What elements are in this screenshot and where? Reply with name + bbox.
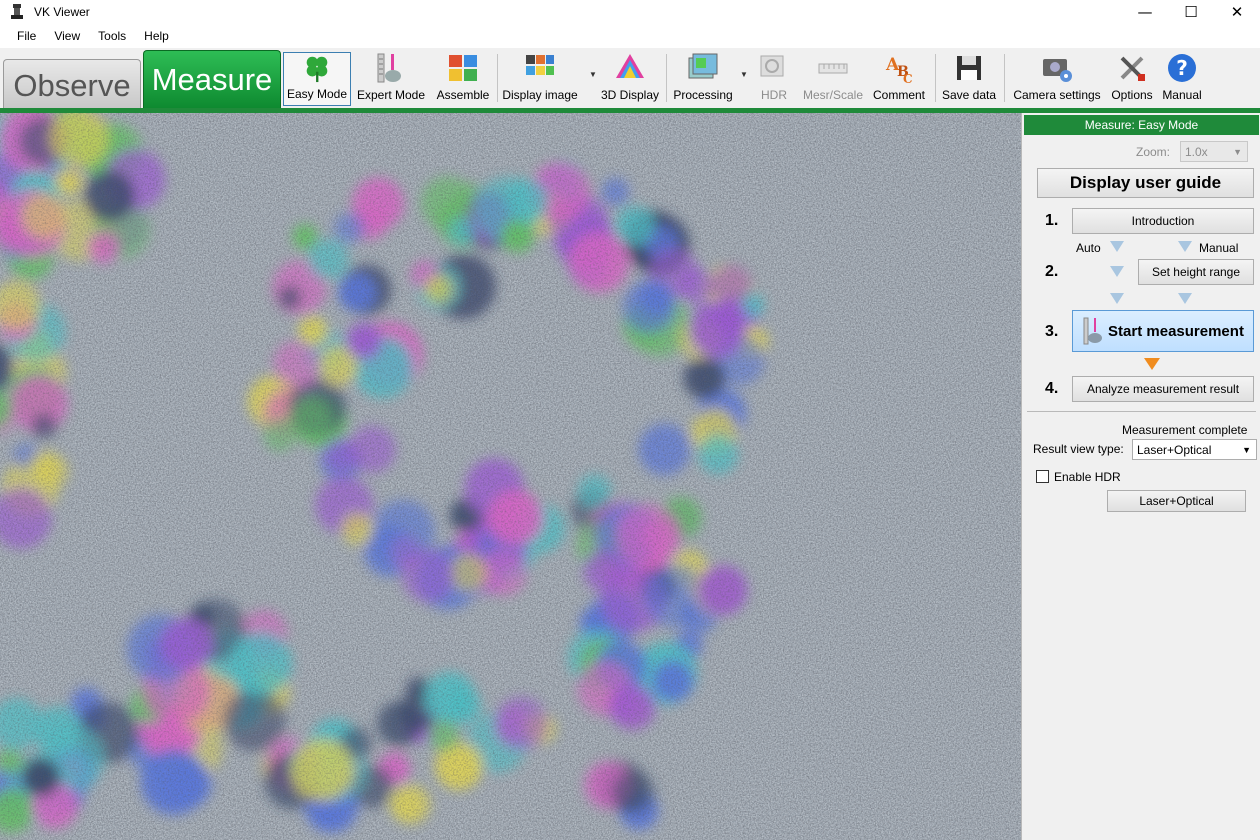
- step-number-3: 3.: [1045, 323, 1059, 340]
- comment-button[interactable]: A B C Comment: [871, 52, 927, 106]
- assemble-button[interactable]: Assemble: [435, 52, 491, 106]
- display-image-label: Display image: [502, 88, 578, 102]
- clover-icon: [306, 56, 328, 83]
- ribbon-toolbar: Observe Measure Easy Mode Expert Mode As…: [0, 48, 1260, 108]
- camera-settings-label: Camera settings: [1013, 88, 1101, 102]
- processing-icon: [688, 53, 718, 79]
- maximize-button[interactable]: ☐: [1168, 0, 1214, 24]
- expert-mode-button[interactable]: Expert Mode: [355, 52, 427, 106]
- title-bar: VK Viewer — ☐ ✕: [0, 0, 1260, 24]
- display-image-dropdown-icon[interactable]: ▼: [589, 70, 597, 79]
- step-number-2: 2.: [1045, 263, 1059, 280]
- display-user-guide-button[interactable]: Display user guide: [1037, 168, 1254, 198]
- menu-view[interactable]: View: [47, 29, 87, 43]
- app-window: VK Viewer — ☐ ✕ File View Tools Help Obs…: [0, 0, 1260, 840]
- manual-label: Manual: [1162, 88, 1202, 102]
- microscope-image-view[interactable]: [0, 113, 1021, 840]
- window-title: VK Viewer: [34, 5, 90, 19]
- svg-text:?: ?: [1176, 56, 1188, 80]
- chevron-down-icon: ▼: [1233, 147, 1242, 157]
- options-label: Options: [1111, 88, 1153, 102]
- zoom-select[interactable]: 1.0x ▼: [1180, 141, 1248, 162]
- toolbar-separator: [666, 54, 667, 102]
- scale-ruler-icon: [818, 63, 848, 74]
- options-button[interactable]: Options: [1109, 52, 1155, 106]
- camera-settings-button[interactable]: Camera settings: [1011, 52, 1103, 106]
- start-measurement-label: Start measurement: [1108, 322, 1244, 340]
- easy-mode-button[interactable]: Easy Mode: [283, 52, 351, 106]
- comment-abc-icon: A B C: [885, 55, 913, 84]
- save-data-label: Save data: [941, 88, 997, 102]
- 3d-display-icon: [616, 54, 644, 78]
- expert-mode-label: Expert Mode: [356, 88, 426, 102]
- menu-help[interactable]: Help: [137, 29, 176, 43]
- tools-wrench-icon: [1120, 56, 1145, 81]
- mesr-scale-label: Mesr/Scale: [802, 88, 864, 102]
- zoom-label: Zoom:: [1136, 145, 1171, 159]
- zoom-value: 1.0x: [1185, 144, 1208, 159]
- measurement-status: Measurement complete: [1122, 423, 1248, 437]
- manual-label: Manual: [1199, 241, 1239, 255]
- easy-mode-panel: Measure: Easy Mode Zoom: 1.0x ▼ Display …: [1021, 113, 1260, 840]
- save-data-button[interactable]: Save data: [941, 52, 997, 106]
- mesr-scale-button[interactable]: Mesr/Scale: [803, 52, 863, 106]
- arrow-down-icon: [1110, 241, 1124, 252]
- display-3d-label: 3D Display: [600, 88, 660, 102]
- processing-dropdown-icon[interactable]: ▼: [740, 70, 748, 79]
- window-controls: — ☐ ✕: [1122, 0, 1260, 24]
- enable-hdr-checkbox[interactable]: [1036, 470, 1049, 483]
- hdr-icon: [760, 55, 784, 77]
- auto-label: Auto: [1076, 241, 1101, 255]
- menu-bar: File View Tools Help: [0, 24, 1260, 48]
- laser-optical-button[interactable]: Laser+Optical: [1107, 490, 1246, 512]
- chevron-down-icon: ▼: [1242, 445, 1251, 455]
- save-disk-icon: [957, 56, 981, 80]
- menu-tools[interactable]: Tools: [91, 29, 133, 43]
- panel-divider: [1027, 411, 1256, 412]
- display-image-button[interactable]: Display image: [502, 52, 578, 106]
- toolbar-separator: [935, 54, 936, 102]
- enable-hdr-label: Enable HDR: [1054, 470, 1121, 484]
- assemble-label: Assemble: [436, 88, 490, 102]
- svg-text:C: C: [903, 72, 913, 84]
- close-button[interactable]: ✕: [1214, 0, 1260, 24]
- microscope-image: [0, 113, 1021, 840]
- display-3d-button[interactable]: 3D Display: [601, 52, 659, 106]
- panel-header: Measure: Easy Mode: [1024, 115, 1259, 135]
- comment-label: Comment: [872, 88, 925, 102]
- result-view-type-value: Laser+Optical: [1137, 442, 1212, 457]
- toolbar-separator: [1004, 54, 1005, 102]
- app-logo-icon: [11, 4, 23, 19]
- arrow-down-icon: [1110, 293, 1124, 304]
- toolbar-separator: [497, 54, 498, 102]
- hdr-button[interactable]: HDR: [758, 52, 790, 106]
- result-view-type-label: Result view type:: [1033, 442, 1124, 456]
- step-number-4: 4.: [1045, 380, 1059, 397]
- analyze-measurement-result-button[interactable]: Analyze measurement result: [1072, 376, 1254, 402]
- assemble-icon: [449, 55, 477, 81]
- tab-measure[interactable]: Measure: [143, 50, 281, 108]
- arrow-down-icon: [1178, 241, 1192, 252]
- introduction-button[interactable]: Introduction: [1072, 208, 1254, 234]
- arrow-down-icon: [1178, 293, 1192, 304]
- laser-lamp-icon: [377, 53, 401, 83]
- start-measurement-button[interactable]: Start measurement: [1072, 310, 1254, 352]
- processing-button[interactable]: Processing: [672, 52, 734, 106]
- minimize-button[interactable]: —: [1122, 0, 1168, 24]
- easy-mode-label: Easy Mode: [286, 87, 348, 101]
- step-number-1: 1.: [1045, 212, 1059, 229]
- help-question-icon: ?: [1168, 54, 1196, 82]
- tab-observe[interactable]: Observe: [3, 59, 141, 108]
- arrow-down-icon: [1110, 266, 1124, 277]
- camera-gear-icon: [1043, 59, 1072, 82]
- arrow-down-icon: [1144, 358, 1160, 370]
- laser-lamp-icon: [1083, 317, 1103, 345]
- menu-file[interactable]: File: [10, 29, 43, 43]
- result-view-type-select[interactable]: Laser+Optical ▼: [1132, 439, 1257, 460]
- hdr-label: HDR: [761, 88, 787, 102]
- processing-label: Processing: [673, 88, 733, 102]
- set-height-range-button[interactable]: Set height range: [1138, 259, 1254, 285]
- manual-button[interactable]: ? Manual: [1161, 52, 1203, 106]
- display-image-icon: [526, 55, 554, 75]
